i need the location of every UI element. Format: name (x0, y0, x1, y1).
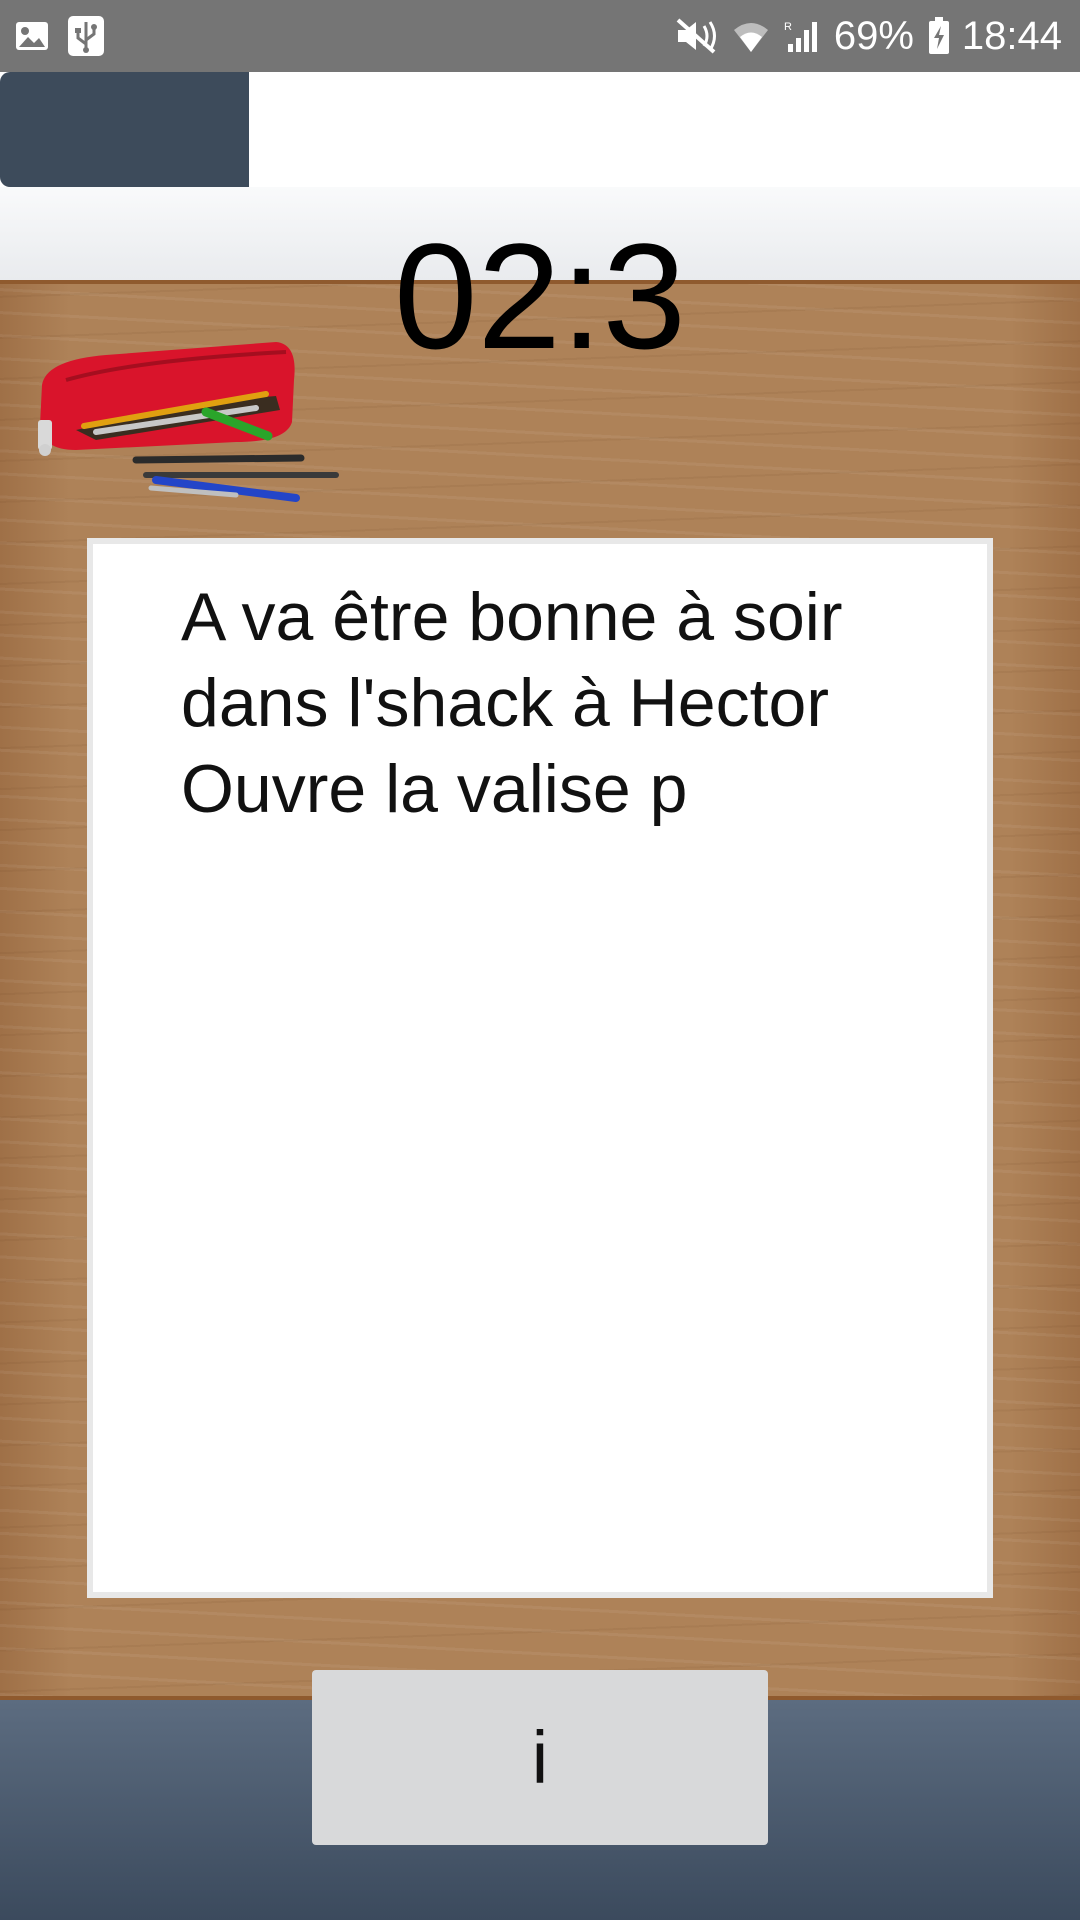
usb-icon (66, 14, 106, 58)
image-icon (14, 18, 50, 54)
header (0, 72, 1080, 187)
battery-charging-icon (928, 17, 950, 55)
status-bar: R 69% 18:44 (0, 0, 1080, 72)
note-text: A va être bonne à soir dans l'shack à He… (181, 579, 843, 827)
note-paper[interactable]: A va être bonne à soir dans l'shack à He… (87, 538, 993, 1598)
mute-icon (674, 16, 718, 56)
wifi-icon (732, 18, 770, 54)
countdown-timer: 02:3 (394, 212, 686, 380)
signal-icon: R (784, 18, 822, 54)
header-color-block (0, 72, 249, 187)
info-button[interactable]: i (312, 1670, 768, 1845)
clock: 18:44 (961, 13, 1062, 58)
battery-percent: 69% (833, 13, 914, 58)
svg-text:R: R (784, 21, 792, 33)
